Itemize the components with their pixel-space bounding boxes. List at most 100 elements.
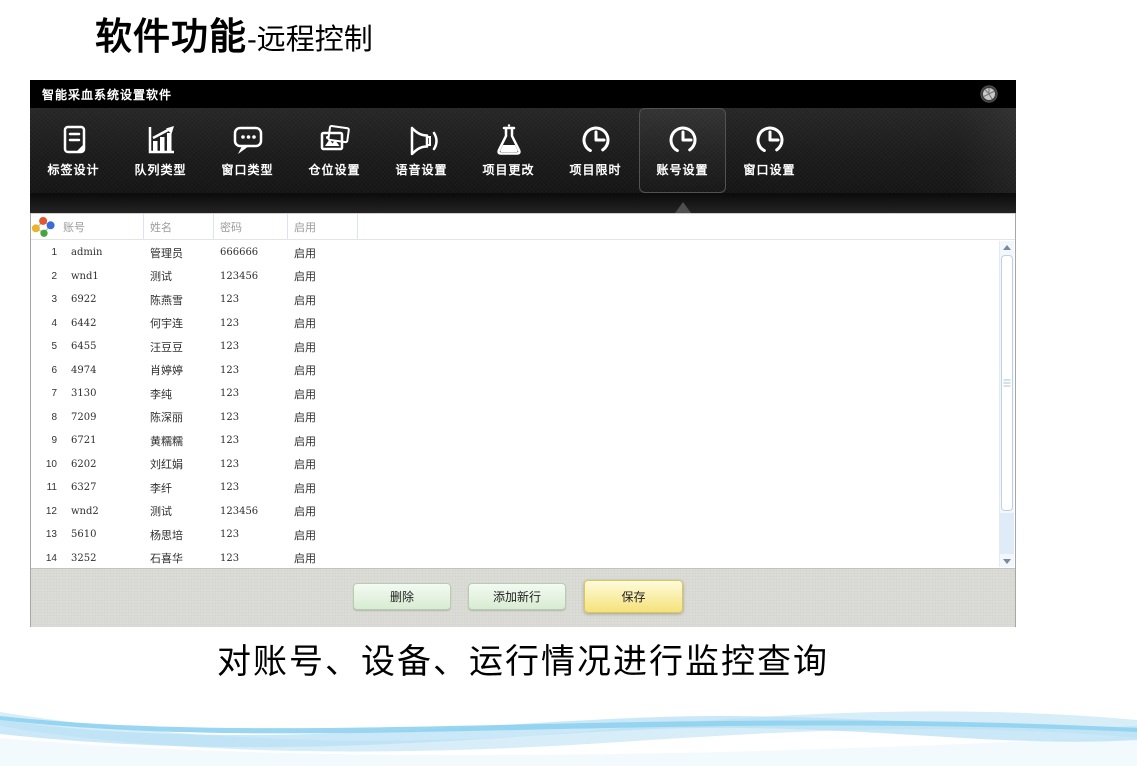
cell-account: 3252 xyxy=(71,552,97,564)
table-row[interactable]: 6 4974 肖婷婷 123 启用 xyxy=(31,359,999,383)
scrollbar-up-arrow[interactable] xyxy=(1000,241,1014,253)
scrollbar-track-lower[interactable] xyxy=(1000,513,1014,554)
page-title: 软件功能-远程控制 xyxy=(95,6,373,60)
cell-password: 123 xyxy=(220,482,240,494)
window-title: 智能采血系统设置软件 xyxy=(42,87,173,102)
cell-name: 陈燕雪 xyxy=(150,294,183,307)
cell-enabled: 启用 xyxy=(294,294,316,307)
toolbar-item-project-change[interactable]: 项目更改 xyxy=(465,108,552,193)
toolbar-item-label: 项目限时 xyxy=(569,162,622,177)
save-button[interactable]: 保存 xyxy=(584,580,683,613)
cell-enabled: 启用 xyxy=(294,318,316,331)
cell-password: 666666 xyxy=(220,247,259,259)
column-header-enabled[interactable]: 启用 xyxy=(288,214,358,239)
cell-account: 6922 xyxy=(71,294,97,306)
cell-name: 李纯 xyxy=(150,388,172,401)
cell-password: 123 xyxy=(220,552,240,564)
toolbar-item-bin-setting[interactable]: 仓位设置 xyxy=(291,108,378,193)
clock-icon xyxy=(577,124,615,158)
toolbar-item-project-time-limit[interactable]: 项目限时 xyxy=(552,108,639,193)
toolbar-item-label: 项目更改 xyxy=(482,162,535,177)
cell-name: 何宇连 xyxy=(150,318,183,331)
cell-name: 肖婷婷 xyxy=(150,365,183,378)
cell-account: 6202 xyxy=(71,458,97,470)
table-row[interactable]: 14 3252 石喜华 123 启用 xyxy=(31,547,999,569)
toolbar-item-label: 队列类型 xyxy=(134,162,187,177)
cell-enabled: 启用 xyxy=(294,247,316,260)
cell-enabled: 启用 xyxy=(294,412,316,425)
table-row[interactable]: 5 6455 汪豆豆 123 启用 xyxy=(31,335,999,359)
toolbar-item-voice-setting[interactable]: 语音设置 xyxy=(378,108,465,193)
cell-row-number: 8 xyxy=(51,411,57,423)
cell-row-number: 7 xyxy=(51,388,57,400)
toolbar-item-account-setting[interactable]: 账号设置 xyxy=(639,108,726,193)
window-titlebar: 智能采血系统设置软件 xyxy=(30,80,1016,108)
cell-password: 123 xyxy=(220,435,240,447)
column-header-name[interactable]: 姓名 xyxy=(144,214,214,239)
wave-decoration xyxy=(0,711,1137,766)
toolbar-item-label-design[interactable]: 标签设计 xyxy=(30,108,117,193)
cell-row-number: 6 xyxy=(51,364,57,376)
table-row[interactable]: 8 7209 陈深丽 123 启用 xyxy=(31,406,999,430)
column-header-password[interactable]: 密码 xyxy=(214,214,288,239)
clock-icon xyxy=(751,124,789,158)
slide: 软件功能-远程控制 智能采血系统设置软件 标签设计 队列类型 窗口类型 仓位设置… xyxy=(0,0,1137,766)
window-body: 账号 姓名 密码 启用 1 admin 管理员 666666 启用 2 wnd1 测试 1234… xyxy=(30,213,1016,627)
triangle-down-icon xyxy=(1003,558,1011,564)
cell-account: wnd2 xyxy=(71,505,99,517)
toolbar-item-window-setting[interactable]: 窗口设置 xyxy=(726,108,813,193)
speaker-icon xyxy=(403,124,441,158)
table-corner-cell xyxy=(31,214,57,239)
cell-row-number: 4 xyxy=(51,317,57,329)
vertical-scrollbar[interactable] xyxy=(999,241,1014,567)
cell-account: 3130 xyxy=(71,388,97,400)
scrollbar-down-arrow[interactable] xyxy=(1000,555,1014,567)
table-row[interactable]: 11 6327 李纤 123 启用 xyxy=(31,476,999,500)
cell-password: 123 xyxy=(220,458,240,470)
accounts-table: 账号 姓名 密码 启用 1 admin 管理员 666666 启用 2 wnd1 测试 1234… xyxy=(31,213,1015,568)
table-row[interactable]: 3 6922 陈燕雪 123 启用 xyxy=(31,288,999,312)
cell-enabled: 启用 xyxy=(294,506,316,519)
cell-row-number: 11 xyxy=(46,482,57,494)
cell-password: 123456 xyxy=(220,270,259,282)
table-row[interactable]: 2 wnd1 测试 123456 启用 xyxy=(31,265,999,289)
molecule-users-icon xyxy=(31,216,55,237)
table-row[interactable]: 1 admin 管理员 666666 启用 xyxy=(31,241,999,265)
table-row[interactable]: 9 6721 黄糯糯 123 启用 xyxy=(31,429,999,453)
cell-account: 6327 xyxy=(71,482,97,494)
slide-caption: 对账号、设备、运行情况进行监控查询 xyxy=(217,642,829,682)
column-header-account[interactable]: 账号 xyxy=(57,214,144,239)
label-design-icon xyxy=(55,124,93,158)
scrollbar-grip-icon xyxy=(1003,379,1011,387)
queue-chart-icon xyxy=(142,124,180,158)
table-row[interactable]: 13 5610 杨思培 123 启用 xyxy=(31,523,999,547)
toolbar-item-label: 标签设计 xyxy=(47,162,100,177)
page-title-sub: -远程控制 xyxy=(247,22,373,56)
cell-password: 123 xyxy=(220,411,240,423)
toolbar-item-window-type[interactable]: 窗口类型 xyxy=(204,108,291,193)
toolbar-item-queue-type[interactable]: 队列类型 xyxy=(117,108,204,193)
table-row[interactable]: 10 6202 刘红娟 123 启用 xyxy=(31,453,999,477)
delete-button[interactable]: 删除 xyxy=(353,583,451,610)
cell-enabled: 启用 xyxy=(294,388,316,401)
cell-row-number: 2 xyxy=(51,270,57,282)
shutter-gear-icon[interactable] xyxy=(980,85,998,103)
scrollbar-thumb[interactable] xyxy=(1001,255,1013,511)
table-row[interactable]: 7 3130 李纯 123 启用 xyxy=(31,382,999,406)
cell-account: 6721 xyxy=(71,435,97,447)
cell-enabled: 启用 xyxy=(294,482,316,495)
cell-account: 4974 xyxy=(71,364,97,376)
triangle-up-icon xyxy=(1003,244,1011,250)
cell-password: 123 xyxy=(220,364,240,376)
cell-name: 李纤 xyxy=(150,482,172,495)
cell-row-number: 13 xyxy=(45,529,57,541)
cell-account: wnd1 xyxy=(71,270,99,282)
table-body: 1 admin 管理员 666666 启用 2 wnd1 测试 123456 启用 3 6922 陈燕雪… xyxy=(31,241,999,568)
cell-name: 管理员 xyxy=(150,247,183,260)
table-row[interactable]: 12 wnd2 测试 123456 启用 xyxy=(31,500,999,524)
add-row-button[interactable]: 添加新行 xyxy=(468,583,566,610)
cell-name: 石喜华 xyxy=(150,553,183,566)
table-row[interactable]: 4 6442 何宇连 123 启用 xyxy=(31,312,999,336)
cell-row-number: 1 xyxy=(51,247,57,259)
table-header-row: 账号 姓名 密码 启用 xyxy=(31,214,1015,240)
